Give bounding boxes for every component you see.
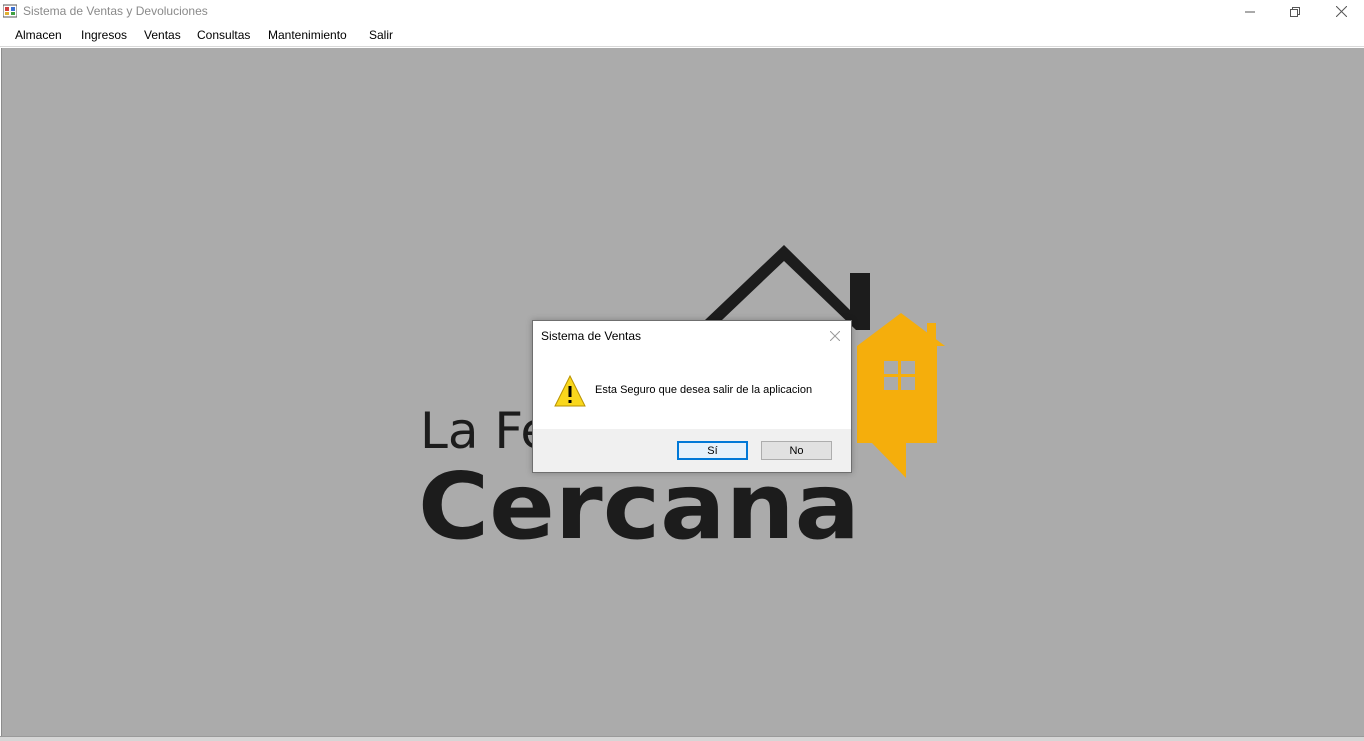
menu-almacen[interactable]: Almacen xyxy=(15,28,62,42)
minimize-button[interactable] xyxy=(1227,0,1273,23)
menu-salir[interactable]: Salir xyxy=(369,28,393,42)
warning-icon xyxy=(554,375,586,407)
menu-bar: Almacen Ingresos Ventas Consultas Manten… xyxy=(0,23,1364,47)
menu-mantenimiento[interactable]: Mantenimiento xyxy=(268,28,347,42)
menu-ventas[interactable]: Ventas xyxy=(144,28,181,42)
window-title: Sistema de Ventas y Devoluciones xyxy=(23,4,208,18)
yes-button[interactable]: Sí xyxy=(677,441,748,460)
no-button[interactable]: No xyxy=(761,441,832,460)
menu-consultas[interactable]: Consultas xyxy=(197,28,250,42)
close-icon xyxy=(830,331,840,341)
dialog-close-button[interactable] xyxy=(825,327,845,345)
confirm-exit-dialog: Sistema de Ventas Esta Seguro que desea … xyxy=(532,320,852,473)
minimize-icon xyxy=(1245,11,1255,12)
window-bottom-edge xyxy=(0,736,1364,741)
restore-icon xyxy=(1290,6,1300,17)
menu-ingresos[interactable]: Ingresos xyxy=(81,28,127,42)
dialog-button-bar: Sí No xyxy=(533,429,851,472)
app-icon xyxy=(3,4,17,18)
dialog-title: Sistema de Ventas xyxy=(541,329,642,343)
restore-button[interactable] xyxy=(1272,0,1318,23)
title-bar: Sistema de Ventas y Devoluciones xyxy=(0,0,1364,23)
close-icon xyxy=(1335,6,1347,17)
dialog-message: Esta Seguro que desea salir de la aplica… xyxy=(595,384,813,396)
close-button[interactable] xyxy=(1318,0,1364,23)
